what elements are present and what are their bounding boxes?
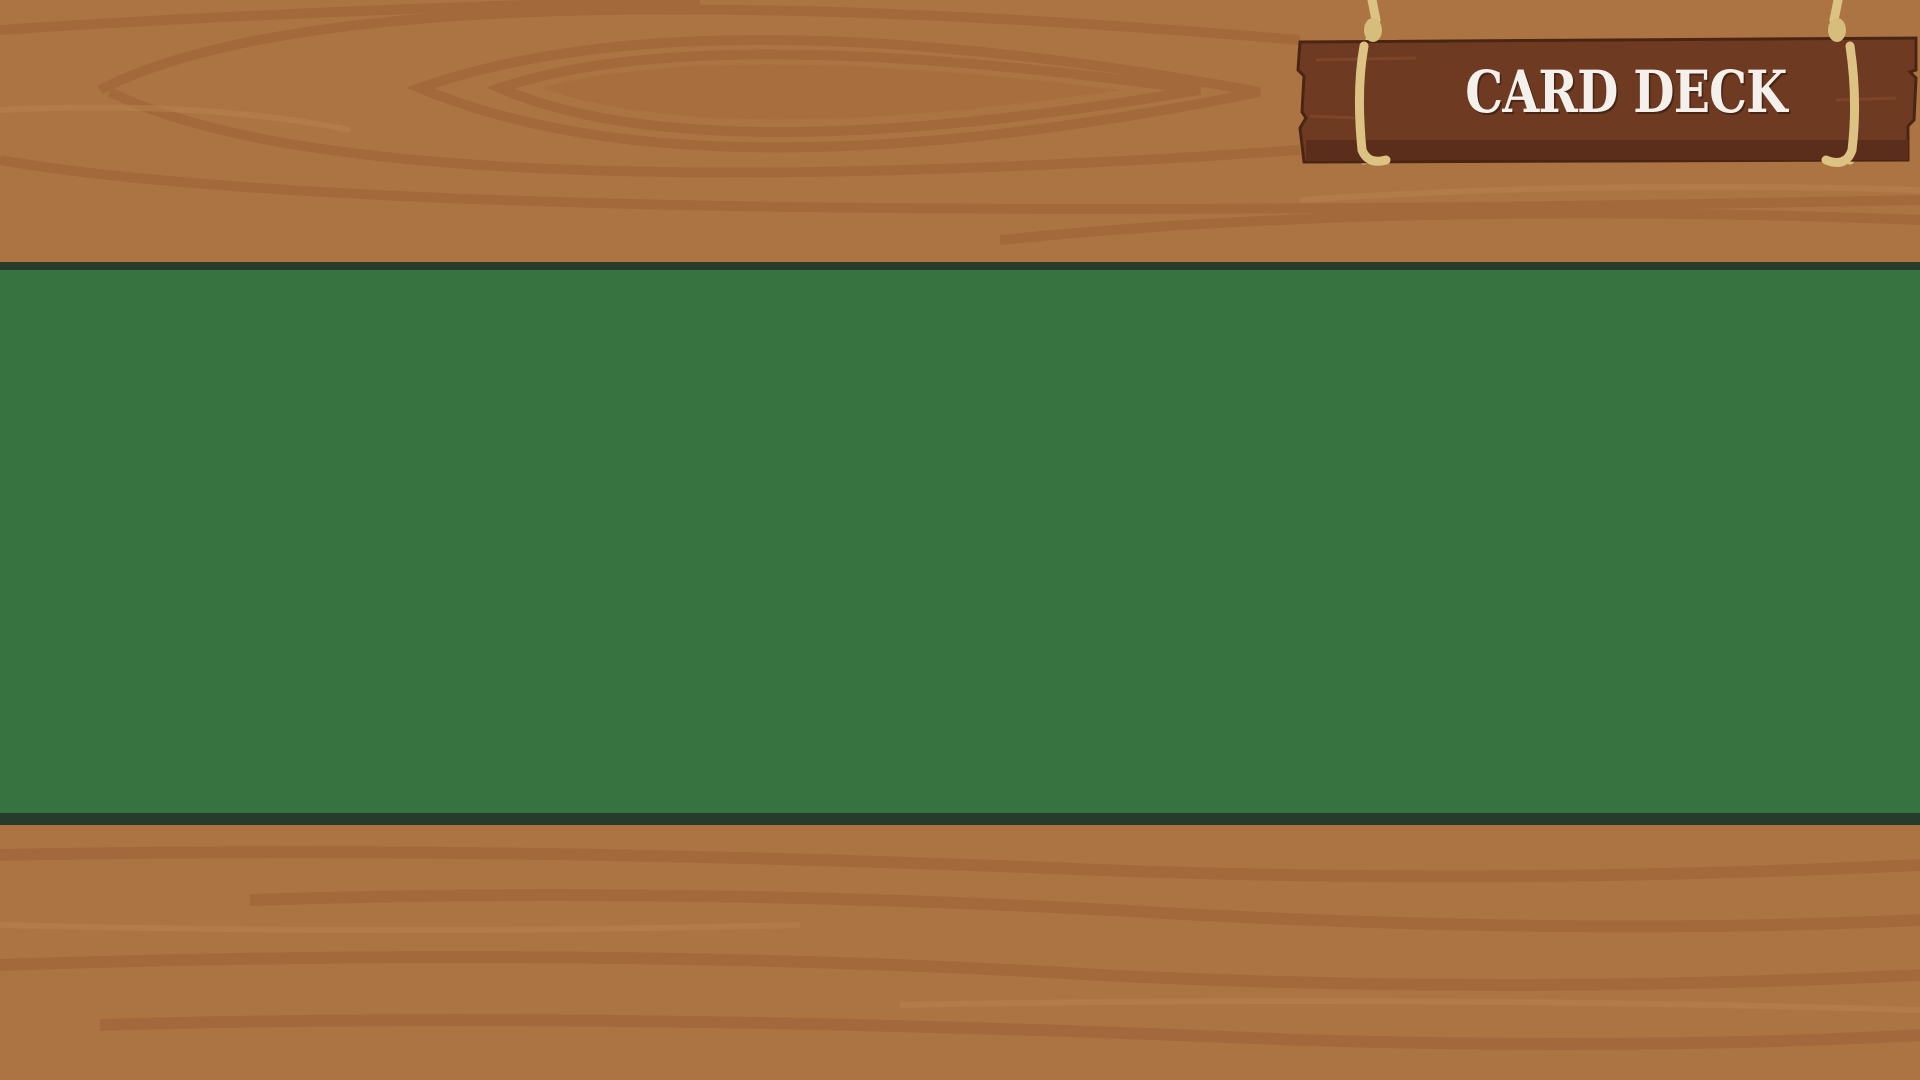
felt-play-area	[0, 262, 1920, 828]
card-deck-button[interactable]: CARD DECK	[1296, 0, 1920, 175]
game-table-scene: CARD DECK	[0, 0, 1920, 1080]
wood-background-bottom	[0, 825, 1920, 1080]
card-deck-label: CARD DECK	[1465, 58, 1787, 126]
